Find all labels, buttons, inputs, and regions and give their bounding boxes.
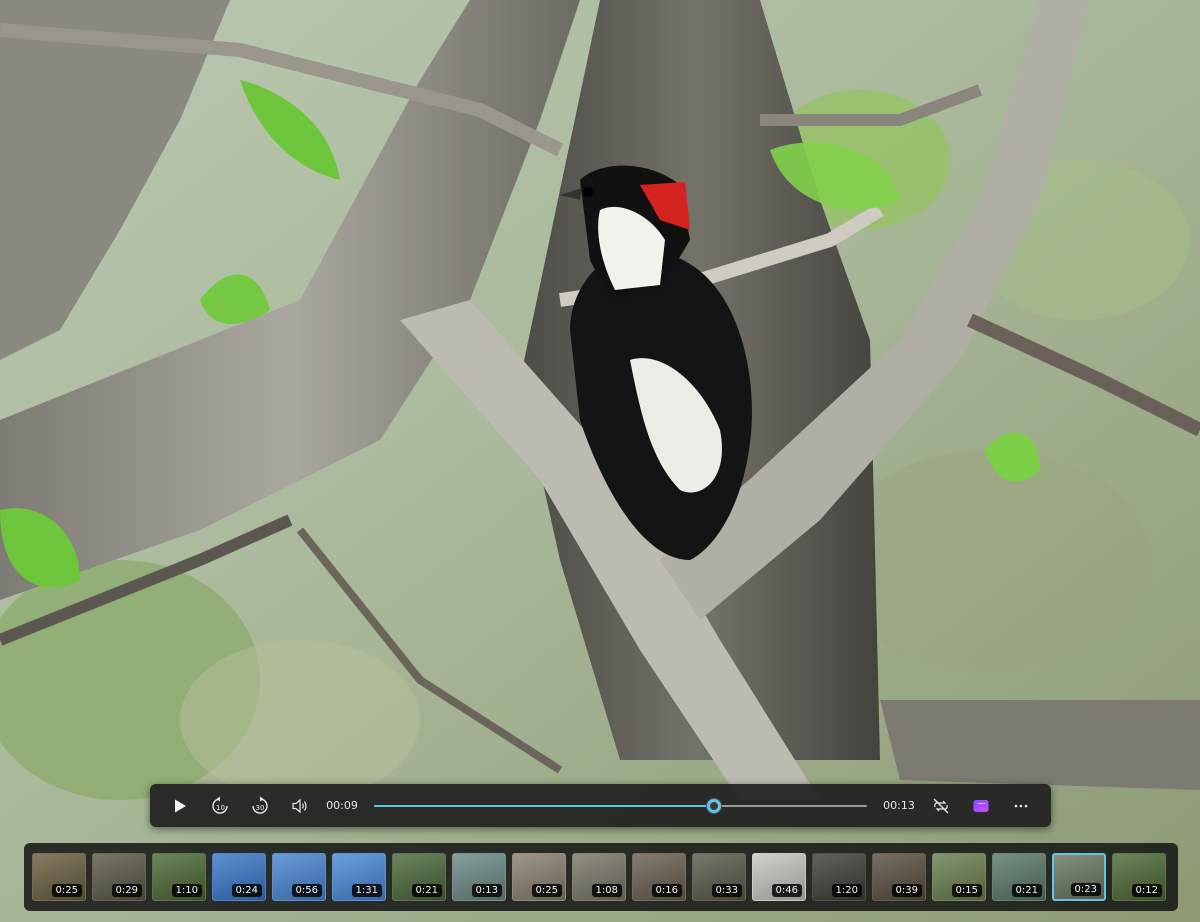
clipchamp-button[interactable] [966,791,996,821]
skip-back-label: 10 [216,804,225,812]
filmstrip-thumbnail[interactable]: 0:15 [932,853,986,901]
filmstrip-thumbnail[interactable]: 1:20 [812,853,866,901]
filmstrip-thumbnail[interactable]: 0:12 [1112,853,1166,901]
skip-forward-30-icon: 30 [252,796,268,814]
thumbnail-duration: 0:12 [1131,884,1162,897]
thumbnail-duration: 0:24 [231,884,262,897]
thumbnail-duration: 0:13 [471,884,502,897]
thumbnail-duration: 0:16 [651,884,682,897]
more-options-button[interactable] [1006,791,1036,821]
filmstrip-thumbnail[interactable]: 0:21 [992,853,1046,901]
play-icon [175,799,186,812]
current-time: 00:09 [326,799,358,812]
play-button[interactable] [165,791,195,821]
filmstrip-thumbnail[interactable]: 0:39 [872,853,926,901]
filmstrip-thumbnail[interactable]: 0:16 [632,853,686,901]
volume-button[interactable] [285,791,315,821]
filmstrip-thumbnail[interactable]: 0:46 [752,853,806,901]
filmstrip-thumbnail[interactable]: 1:10 [152,853,206,901]
thumbnail-duration: 0:29 [111,884,142,897]
thumbnail-duration: 0:25 [51,884,82,897]
skip-forward-button[interactable]: 30 [245,791,275,821]
skip-back-10-icon: 10 [212,796,228,814]
thumbnail-duration: 0:25 [531,884,562,897]
filmstrip-thumbnail[interactable]: 0:33 [692,853,746,901]
thumbnail-duration: 1:20 [831,884,862,897]
repeat-button[interactable] [926,791,956,821]
thumbnail-duration: 1:10 [171,884,202,897]
thumbnail-duration: 0:46 [771,884,802,897]
filmstrip-thumbnail[interactable]: 0:56 [272,853,326,901]
clipchamp-icon [973,799,989,812]
filmstrip-thumbnail[interactable]: 0:29 [92,853,146,901]
seek-progress [374,804,715,807]
volume-icon [292,798,307,813]
player-controls: 10 30 00:09 00:13 [150,784,1051,827]
filmstrip-thumbnail[interactable]: 0:13 [452,853,506,901]
filmstrip-thumbnail[interactable]: 1:08 [572,853,626,901]
thumbnail-duration: 0:39 [891,884,922,897]
skip-forward-label: 30 [256,804,265,812]
thumbnail-duration: 0:56 [291,884,322,897]
filmstrip-thumbnail[interactable]: 0:24 [212,853,266,901]
seek-bar[interactable] [374,798,867,813]
thumbnail-duration: 0:21 [1011,884,1042,897]
thumbnail-duration: 0:23 [1070,883,1101,896]
thumbnail-duration: 0:33 [711,884,742,897]
thumbnail-duration: 0:21 [411,884,442,897]
more-icon [1014,804,1028,807]
filmstrip-thumbnail[interactable]: 1:31 [332,853,386,901]
total-time: 00:13 [883,799,915,812]
filmstrip: 0:25 0:29 1:10 0:24 0:56 1:31 0:21 0:13 0:25 1:08… [24,843,1178,911]
thumbnail-duration: 1:08 [591,884,622,897]
filmstrip-thumbnail[interactable]: 0:21 [392,853,446,901]
filmstrip-thumbnail[interactable]: 0:25 [512,853,566,901]
thumbnail-duration: 1:31 [351,884,382,897]
thumbnail-duration: 0:15 [951,884,982,897]
filmstrip-thumbnail[interactable]: 0:23 [1052,853,1106,901]
skip-back-button[interactable]: 10 [205,791,235,821]
filmstrip-thumbnail[interactable]: 0:25 [32,853,86,901]
seek-thumb[interactable] [707,798,722,813]
repeat-off-icon [933,798,949,813]
